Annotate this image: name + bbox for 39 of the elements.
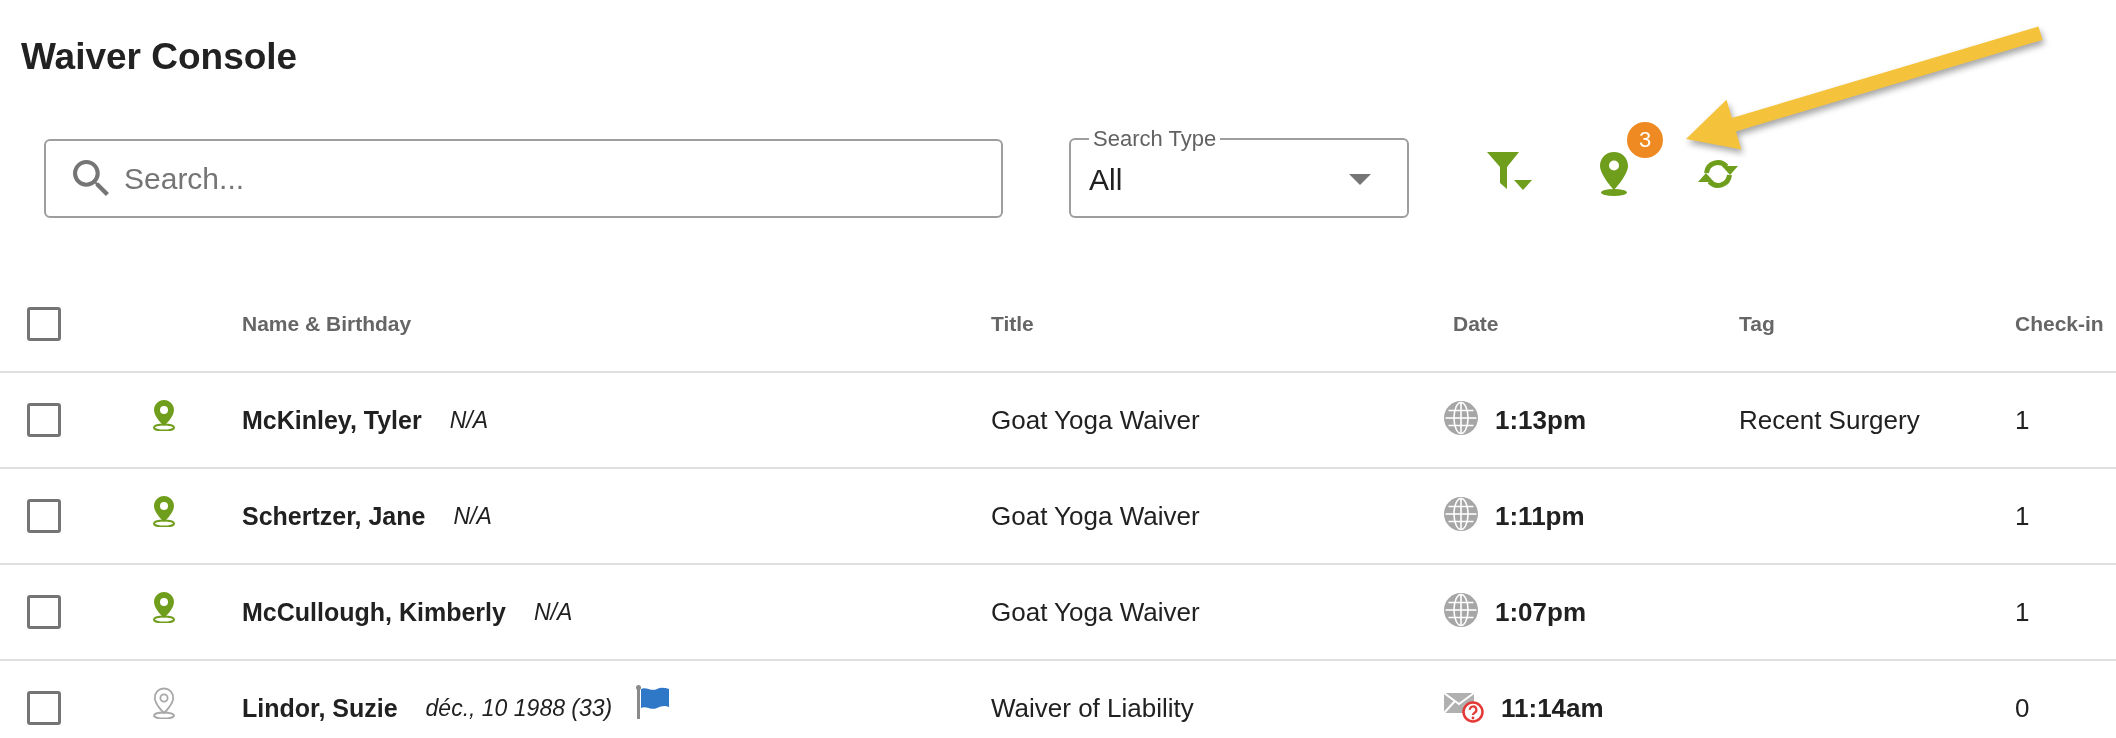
row-checkbox[interactable] bbox=[27, 691, 61, 725]
column-header[interactable]: Tag bbox=[1739, 312, 1775, 336]
person-name: McKinley, Tyler bbox=[242, 405, 422, 435]
signed-time: 1:07pm bbox=[1495, 596, 1587, 628]
birthday: N/A bbox=[533, 598, 573, 626]
location-pin-icon[interactable] bbox=[1599, 152, 1629, 196]
birthday: déc., 10 1988 (33) bbox=[425, 694, 613, 722]
signed-time: 11:14am bbox=[1501, 692, 1604, 724]
signed-time: 1:13pm bbox=[1495, 404, 1587, 436]
birthday: N/A bbox=[453, 502, 492, 530]
birthday: N/A bbox=[449, 406, 489, 434]
search-type-dropdown[interactable]: Search Type All bbox=[1069, 127, 1409, 218]
search-icon bbox=[73, 160, 109, 196]
checkin-count: 1 bbox=[2015, 596, 2030, 628]
checkin-count: 1 bbox=[2015, 404, 2030, 436]
filter-icon[interactable] bbox=[1487, 152, 1533, 192]
checkin-count: 0 bbox=[2015, 692, 2030, 724]
waiver-title: Goat Yoga Waiver bbox=[991, 500, 1200, 532]
row-checkbox[interactable] bbox=[27, 499, 61, 533]
select-all-checkbox[interactable] bbox=[27, 307, 61, 341]
person-name: Lindor, Suzie bbox=[242, 693, 398, 723]
tag-label: Recent Surgery bbox=[1739, 404, 1920, 436]
column-header[interactable]: Title bbox=[991, 312, 1034, 336]
signed-time: 1:11pm bbox=[1495, 500, 1585, 532]
column-header[interactable]: Name & Birthday bbox=[242, 312, 412, 336]
waiver-title: Goat Yoga Waiver bbox=[991, 596, 1200, 628]
person-name: McCullough, Kimberly bbox=[242, 597, 506, 627]
checkin-count: 1 bbox=[2015, 500, 2030, 532]
count-badge: 3 bbox=[1627, 122, 1663, 158]
search-field[interactable]: Search... bbox=[44, 139, 1003, 218]
waiver-title: Waiver of Liability bbox=[991, 692, 1194, 724]
waiver-title: Goat Yoga Waiver bbox=[991, 404, 1200, 436]
row-checkbox[interactable] bbox=[27, 403, 61, 437]
column-header[interactable]: Date bbox=[1453, 312, 1499, 336]
person-name: Schertzer, Jane bbox=[242, 501, 426, 531]
column-header[interactable]: Check-in bbox=[2015, 312, 2104, 336]
row-checkbox[interactable] bbox=[27, 595, 61, 629]
caret-icon bbox=[1349, 174, 1371, 185]
page-title: Waiver Console bbox=[21, 35, 298, 79]
